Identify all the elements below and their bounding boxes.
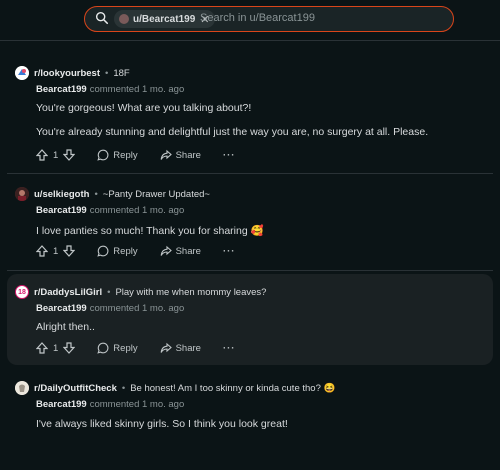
vote-count: 1	[53, 342, 59, 354]
upvote-icon[interactable]	[36, 149, 48, 161]
divider	[7, 270, 493, 271]
comment-card[interactable]: 18 r/DaddysLilGirl • Play with me when m…	[7, 274, 493, 365]
comment-text: You're already stunning and delightful j…	[36, 126, 429, 138]
comment-bubble-icon	[97, 245, 109, 257]
subreddit-icon	[15, 66, 29, 80]
comment-timestamp: commented 1 mo. ago	[89, 205, 185, 216]
post-title[interactable]: ~Panty Drawer Updated~	[103, 189, 210, 200]
share-icon	[160, 342, 172, 353]
comment-timestamp: commented 1 mo. ago	[89, 399, 185, 410]
user-avatar-icon	[15, 187, 29, 201]
comment-header: 18 r/DaddysLilGirl • Play with me when m…	[15, 285, 266, 299]
comment-bubble-icon	[97, 149, 109, 161]
user-filter-chip-label: u/Bearcat199	[133, 13, 196, 25]
downvote-icon[interactable]	[63, 245, 76, 257]
search-input[interactable]: Search in u/Bearcat199	[200, 12, 315, 24]
share-button[interactable]: Share	[160, 149, 201, 161]
separator-dot: •	[94, 188, 98, 200]
reply-button[interactable]: Reply	[97, 342, 138, 354]
comment-card[interactable]: u/selkiegoth • ~Panty Drawer Updated~ Be…	[7, 174, 493, 266]
vote-count: 1	[53, 245, 59, 257]
comment-author[interactable]: Bearcat199	[36, 399, 87, 410]
vote-group: 1	[36, 149, 76, 161]
vote-group: 1	[36, 342, 76, 354]
post-title[interactable]: 18F	[113, 68, 129, 79]
reply-button[interactable]: Reply	[97, 149, 138, 161]
comment-header: r/lookyourbest • 18F	[15, 66, 130, 80]
separator-dot: •	[105, 67, 109, 79]
reply-label: Reply	[113, 342, 138, 354]
downvote-icon[interactable]	[63, 149, 76, 161]
more-options-icon[interactable]: ···	[223, 150, 236, 161]
comment-header: u/selkiegoth • ~Panty Drawer Updated~	[15, 187, 210, 201]
comment-bubble-icon	[97, 342, 109, 354]
more-options-icon[interactable]: ···	[223, 246, 236, 257]
post-title[interactable]: Play with me when mommy leaves?	[115, 287, 266, 298]
comment-actions: 1 Reply Share ···	[36, 245, 235, 257]
comment-header: r/DailyOutfitCheck • Be honest! Am I too…	[15, 381, 335, 395]
comment-text: You're gorgeous! What are you talking ab…	[36, 102, 252, 114]
reply-label: Reply	[113, 149, 138, 161]
share-icon	[160, 245, 172, 256]
vote-group: 1	[36, 245, 76, 257]
comment-timestamp: commented 1 mo. ago	[89, 84, 185, 95]
comment-author[interactable]: Bearcat199	[36, 205, 87, 216]
upvote-icon[interactable]	[36, 342, 48, 354]
share-button[interactable]: Share	[160, 245, 201, 257]
share-label: Share	[175, 149, 201, 161]
subreddit-name[interactable]: r/DaddysLilGirl	[34, 287, 102, 298]
comment-author[interactable]: Bearcat199	[36, 303, 87, 314]
vote-count: 1	[53, 149, 59, 161]
share-button[interactable]: Share	[160, 342, 201, 354]
subreddit-name[interactable]: u/selkiegoth	[34, 189, 89, 200]
user-avatar-icon	[119, 14, 129, 24]
search-icon	[95, 11, 109, 25]
nsfw-18-icon: 18	[15, 285, 29, 299]
comment-author-row: Bearcat199 commented 1 mo. ago	[36, 205, 184, 216]
comment-timestamp: commented 1 mo. ago	[89, 303, 185, 314]
reply-button[interactable]: Reply	[97, 245, 138, 257]
upvote-icon[interactable]	[36, 245, 48, 257]
comment-text: I love panties so much! Thank you for sh…	[36, 225, 264, 237]
share-icon	[160, 149, 172, 160]
downvote-icon[interactable]	[63, 342, 76, 354]
comment-card[interactable]: r/DailyOutfitCheck • Be honest! Am I too…	[7, 368, 493, 468]
comment-actions: 1 Reply Share ···	[36, 342, 235, 354]
subreddit-icon	[15, 381, 29, 395]
comment-actions: 1 Reply Share ···	[36, 149, 235, 161]
search-bar[interactable]: u/Bearcat199 ✕ Search in u/Bearcat199	[84, 6, 454, 32]
comment-text: I've always liked skinny girls. So I thi…	[36, 418, 288, 430]
comment-author[interactable]: Bearcat199	[36, 84, 87, 95]
share-label: Share	[175, 245, 201, 257]
comment-author-row: Bearcat199 commented 1 mo. ago	[36, 303, 184, 314]
more-options-icon[interactable]: ···	[223, 343, 236, 354]
subreddit-name[interactable]: r/lookyourbest	[34, 68, 100, 79]
post-title[interactable]: Be honest! Am I too skinny or kinda cute…	[130, 383, 335, 394]
comment-card[interactable]: r/lookyourbest • 18F Bearcat199 commented…	[7, 54, 493, 166]
comment-text: Alright then..	[36, 321, 95, 333]
share-label: Share	[175, 342, 201, 354]
separator-dot: •	[121, 382, 126, 394]
comment-author-row: Bearcat199 commented 1 mo. ago	[36, 84, 184, 95]
subreddit-name[interactable]: r/DailyOutfitCheck	[34, 383, 117, 394]
reply-label: Reply	[113, 245, 138, 257]
top-bar: u/Bearcat199 ✕ Search in u/Bearcat199	[0, 0, 500, 41]
separator-dot: •	[107, 286, 111, 298]
comment-author-row: Bearcat199 commented 1 mo. ago	[36, 399, 184, 410]
